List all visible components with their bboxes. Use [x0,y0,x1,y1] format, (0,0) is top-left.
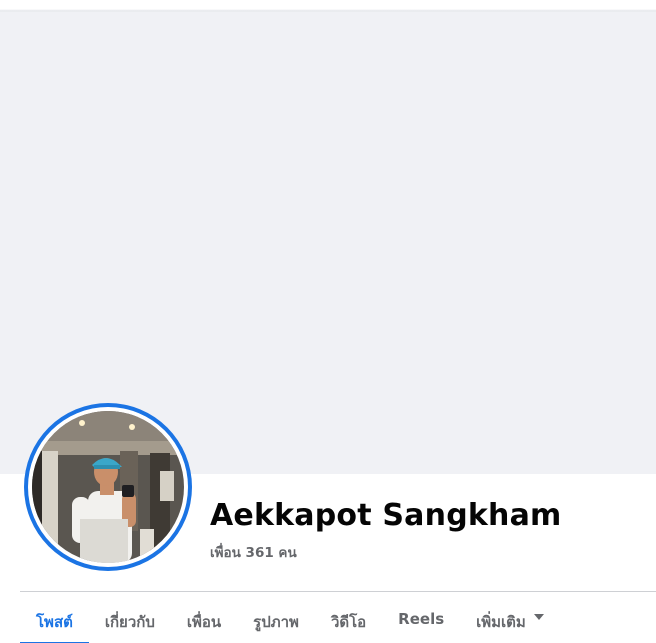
tab-posts[interactable]: โพสต์ [20,598,89,643]
tab-about[interactable]: เกี่ยวกับ [89,598,171,643]
profile-name: Aekkapot Sangkham [210,498,562,533]
top-nav-shadow [0,0,656,12]
tab-reels[interactable]: Reels [382,598,460,643]
tab-about-label: เกี่ยวกับ [104,613,155,631]
profile-picture[interactable] [32,411,184,563]
tab-posts-label: โพสต์ [36,613,73,631]
section-divider [20,591,656,592]
profile-photo-image [32,411,184,563]
profile-picture-frame [28,407,188,567]
tab-videos[interactable]: วิดีโอ [315,598,382,643]
caret-down-icon [533,614,544,620]
profile-tabs: โพสต์ เกี่ยวกับ เพื่อน รูปภาพ วิดีโอ Ree… [20,598,560,643]
tab-more[interactable]: เพิ่มเติม [460,598,560,643]
tab-friends[interactable]: เพื่อน [171,598,237,643]
tab-videos-label: วิดีโอ [330,613,367,631]
profile-picture-story-ring[interactable] [24,403,192,571]
friends-count-link[interactable]: เพื่อน 361 คน [210,541,297,563]
tab-photos-label: รูปภาพ [253,613,299,631]
tab-reels-label: Reels [398,610,445,628]
profile-page: Aekkapot Sangkham เพื่อน 361 คน โพสต์ เก… [0,0,656,643]
tab-more-label: เพิ่มเติม [476,613,526,631]
tab-friends-label: เพื่อน [186,613,222,631]
tab-photos[interactable]: รูปภาพ [237,598,315,643]
